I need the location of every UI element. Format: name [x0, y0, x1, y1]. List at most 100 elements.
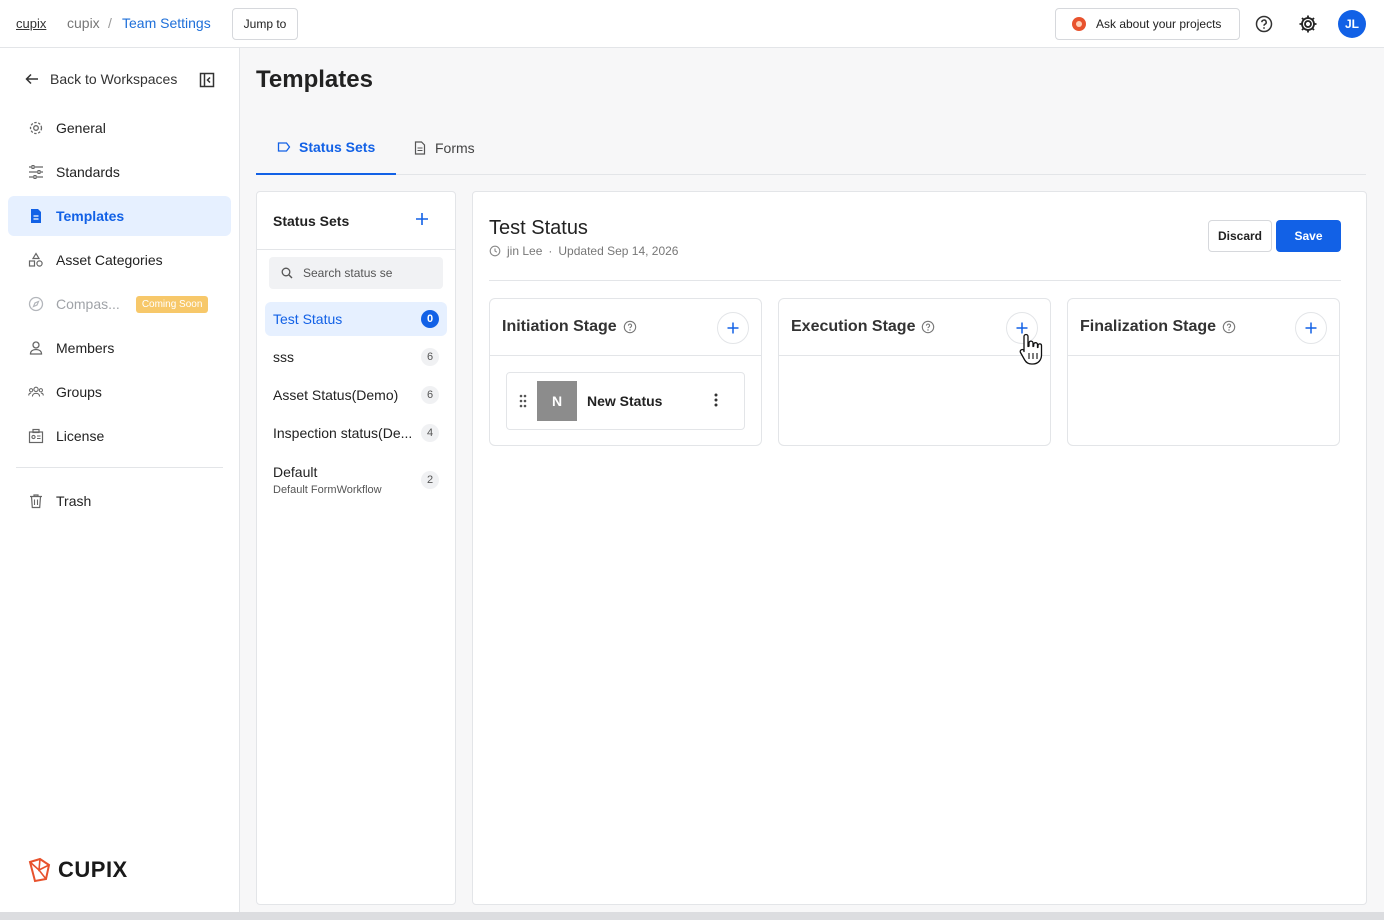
add-status-set-button[interactable]	[415, 211, 429, 229]
stage-column-initiation: Initiation Stage N New Status	[489, 298, 762, 446]
sidebar-item-label: Standards	[56, 164, 120, 180]
editor-divider	[489, 280, 1341, 281]
more-options-icon[interactable]	[714, 393, 718, 410]
plus-icon	[1305, 322, 1317, 334]
info-icon[interactable]	[1222, 320, 1236, 334]
status-sets-panel: Status Sets Test Status 0 sss 6 Asset St…	[256, 191, 456, 905]
brand-text: CUPIX	[58, 857, 128, 882]
save-button[interactable]: Save	[1276, 220, 1341, 252]
search-input[interactable]	[303, 266, 433, 280]
user-avatar[interactable]: JL	[1338, 10, 1366, 38]
back-to-workspaces-link[interactable]: Back to Workspaces	[24, 71, 177, 87]
stage-title: Initiation Stage	[502, 318, 617, 335]
search-icon	[281, 267, 293, 279]
status-set-text: Default Default FormWorkflow	[273, 464, 382, 496]
sidebar-item-label: Templates	[56, 208, 125, 224]
status-set-item-asset-status[interactable]: Asset Status(Demo) 6	[265, 378, 447, 412]
status-set-name: Asset Status(Demo)	[273, 387, 399, 403]
status-set-name: Test Status	[273, 311, 343, 327]
status-count-badge: 6	[421, 348, 439, 366]
form-icon	[414, 140, 426, 155]
info-icon[interactable]	[623, 320, 637, 334]
sidebar-item-label: General	[56, 120, 106, 136]
coming-soon-badge: Coming Soon	[135, 295, 209, 313]
sidebar-item-label: Groups	[56, 384, 102, 400]
sidebar-item-members[interactable]: Members	[8, 328, 231, 368]
breadcrumb-team-settings[interactable]: Team Settings	[122, 15, 211, 31]
status-set-subtitle: Default FormWorkflow	[273, 484, 382, 496]
meta-separator: ·	[548, 244, 553, 258]
add-status-button[interactable]	[717, 312, 749, 344]
status-name: New Status	[587, 393, 663, 409]
sidebar-item-templates[interactable]: Templates	[8, 196, 231, 236]
trash-icon	[28, 493, 44, 509]
status-set-name: sss	[273, 349, 294, 365]
author-name: jin Lee	[507, 244, 543, 258]
tab-status-sets[interactable]: Status Sets	[256, 120, 397, 175]
sidebar-item-asset-categories[interactable]: Asset Categories	[8, 240, 231, 280]
compass-icon	[28, 296, 44, 312]
sidebar-item-groups[interactable]: Groups	[8, 372, 231, 412]
ask-projects-label: Ask about your projects	[1096, 17, 1222, 31]
sidebar-item-label: Compas...	[56, 296, 120, 312]
sidebar-item-label: Members	[56, 340, 115, 356]
hand-cursor-icon	[1018, 332, 1044, 369]
status-set-name: Default	[273, 464, 318, 480]
brand-logo: CUPIX	[26, 856, 128, 884]
status-card[interactable]: N New Status	[506, 372, 745, 430]
discard-button[interactable]: Discard	[1208, 220, 1272, 252]
license-icon	[28, 428, 44, 444]
tab-label: Status Sets	[299, 138, 376, 155]
sidebar-item-compass: Compas... Coming Soon	[8, 284, 231, 324]
sidebar-item-standards[interactable]: Standards	[8, 152, 231, 192]
back-label: Back to Workspaces	[50, 71, 178, 87]
status-set-name: Inspection status(De...	[273, 425, 413, 441]
person-icon	[28, 340, 44, 356]
status-set-item-default[interactable]: Default Default FormWorkflow 2	[265, 456, 447, 504]
info-icon[interactable]	[921, 320, 935, 334]
status-set-meta: jin Lee · Updated Sep 14, 2026	[489, 244, 678, 258]
tab-forms[interactable]: Forms	[392, 120, 496, 175]
shapes-icon	[28, 252, 44, 268]
jump-to-button[interactable]: Jump to	[232, 8, 298, 40]
tag-icon	[277, 141, 291, 152]
status-sets-heading: Status Sets	[273, 213, 350, 229]
status-set-search[interactable]	[269, 257, 443, 289]
status-set-item-sss[interactable]: sss 6	[265, 340, 447, 374]
stage-title: Finalization Stage	[1080, 318, 1217, 335]
settings-gear-icon[interactable]	[1297, 13, 1319, 38]
drag-handle-icon[interactable]	[519, 394, 527, 408]
stage-column-finalization: Finalization Stage	[1067, 298, 1340, 446]
status-count-badge: 2	[421, 471, 439, 489]
group-icon	[28, 384, 44, 400]
status-set-editor: Test Status jin Lee · Updated Sep 14, 20…	[472, 191, 1367, 905]
page-title: Templates	[256, 66, 373, 93]
status-set-item-inspection-status[interactable]: Inspection status(De... 4	[265, 416, 447, 450]
sidebar-item-label: License	[56, 428, 105, 444]
sidebar-item-license[interactable]: License	[8, 416, 231, 456]
sidebar-item-trash[interactable]: Trash	[8, 481, 231, 521]
sidebar-item-label: Trash	[56, 493, 92, 509]
document-icon	[28, 208, 44, 224]
sidebar-item-general[interactable]: General	[8, 108, 231, 148]
status-count-badge: 4	[421, 424, 439, 442]
plus-icon	[416, 213, 428, 225]
home-logo-link[interactable]: cupix	[16, 16, 46, 31]
add-status-button[interactable]	[1295, 312, 1327, 344]
stage-column-execution: Execution Stage	[778, 298, 1051, 446]
collapse-sidebar-icon[interactable]	[199, 72, 215, 91]
plus-icon	[727, 322, 739, 334]
sliders-icon	[28, 164, 44, 180]
help-icon[interactable]	[1255, 15, 1273, 36]
arrow-left-icon	[25, 73, 38, 85]
top-bar: cupix cupix / Team Settings Jump to Ask …	[0, 0, 1384, 48]
breadcrumb-separator: /	[108, 15, 112, 31]
status-set-item-test-status[interactable]: Test Status 0	[265, 302, 447, 336]
ask-projects-button[interactable]: Ask about your projects	[1055, 8, 1240, 40]
stage-title: Execution Stage	[791, 318, 916, 335]
panel-divider	[257, 249, 455, 250]
breadcrumb-workspace[interactable]: cupix	[67, 15, 100, 31]
ai-assistant-icon	[1072, 17, 1086, 31]
sidebar-divider	[16, 467, 223, 468]
status-set-title: Test Status	[489, 217, 588, 239]
